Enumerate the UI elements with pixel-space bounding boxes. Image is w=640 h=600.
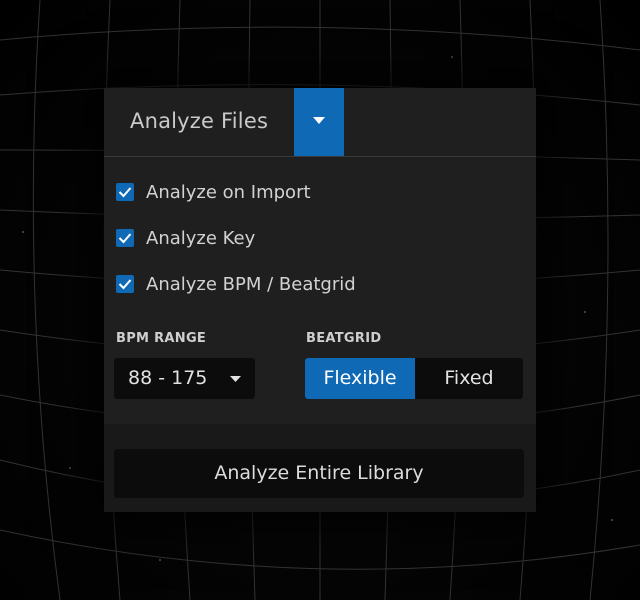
analyze-bpm-label: Analyze BPM / Beatgrid bbox=[146, 273, 356, 295]
analyze-key-label: Analyze Key bbox=[146, 227, 256, 249]
bpm-range-label: BPM RANGE bbox=[116, 331, 207, 346]
analyze-key-option[interactable]: Analyze Key bbox=[116, 226, 255, 250]
beatgrid-label: BEATGRID bbox=[306, 331, 382, 346]
checkmark-icon bbox=[118, 233, 132, 244]
analyze-panel: Analyze Files Analyze on Import Analyze … bbox=[104, 88, 536, 512]
analyze-on-import-option[interactable]: Analyze on Import bbox=[116, 180, 311, 204]
beatgrid-toggle: Flexible Fixed bbox=[305, 358, 523, 399]
analyze-on-import-checkbox[interactable] bbox=[116, 183, 134, 201]
caret-down-icon bbox=[230, 376, 241, 382]
analyze-bpm-checkbox[interactable] bbox=[116, 275, 134, 293]
panel-footer: Analyze Entire Library bbox=[104, 424, 536, 512]
analyze-entire-library-button[interactable]: Analyze Entire Library bbox=[114, 449, 524, 498]
checkmark-icon bbox=[118, 279, 132, 290]
panel-header: Analyze Files bbox=[104, 88, 536, 157]
checkmark-icon bbox=[118, 187, 132, 198]
bpm-range-select[interactable]: 88 - 175 bbox=[114, 358, 255, 399]
beatgrid-fixed-button[interactable]: Fixed bbox=[415, 358, 523, 399]
beatgrid-flexible-button[interactable]: Flexible bbox=[305, 358, 415, 399]
analyze-on-import-label: Analyze on Import bbox=[146, 181, 311, 203]
panel-title: Analyze Files bbox=[130, 109, 269, 133]
analyze-bpm-option[interactable]: Analyze BPM / Beatgrid bbox=[116, 272, 356, 296]
app-stage: Analyze Files Analyze on Import Analyze … bbox=[0, 0, 640, 600]
analyze-menu-dropdown-button[interactable] bbox=[294, 88, 344, 156]
bpm-range-value: 88 - 175 bbox=[128, 367, 208, 389]
caret-down-icon bbox=[313, 117, 325, 124]
analyze-key-checkbox[interactable] bbox=[116, 229, 134, 247]
